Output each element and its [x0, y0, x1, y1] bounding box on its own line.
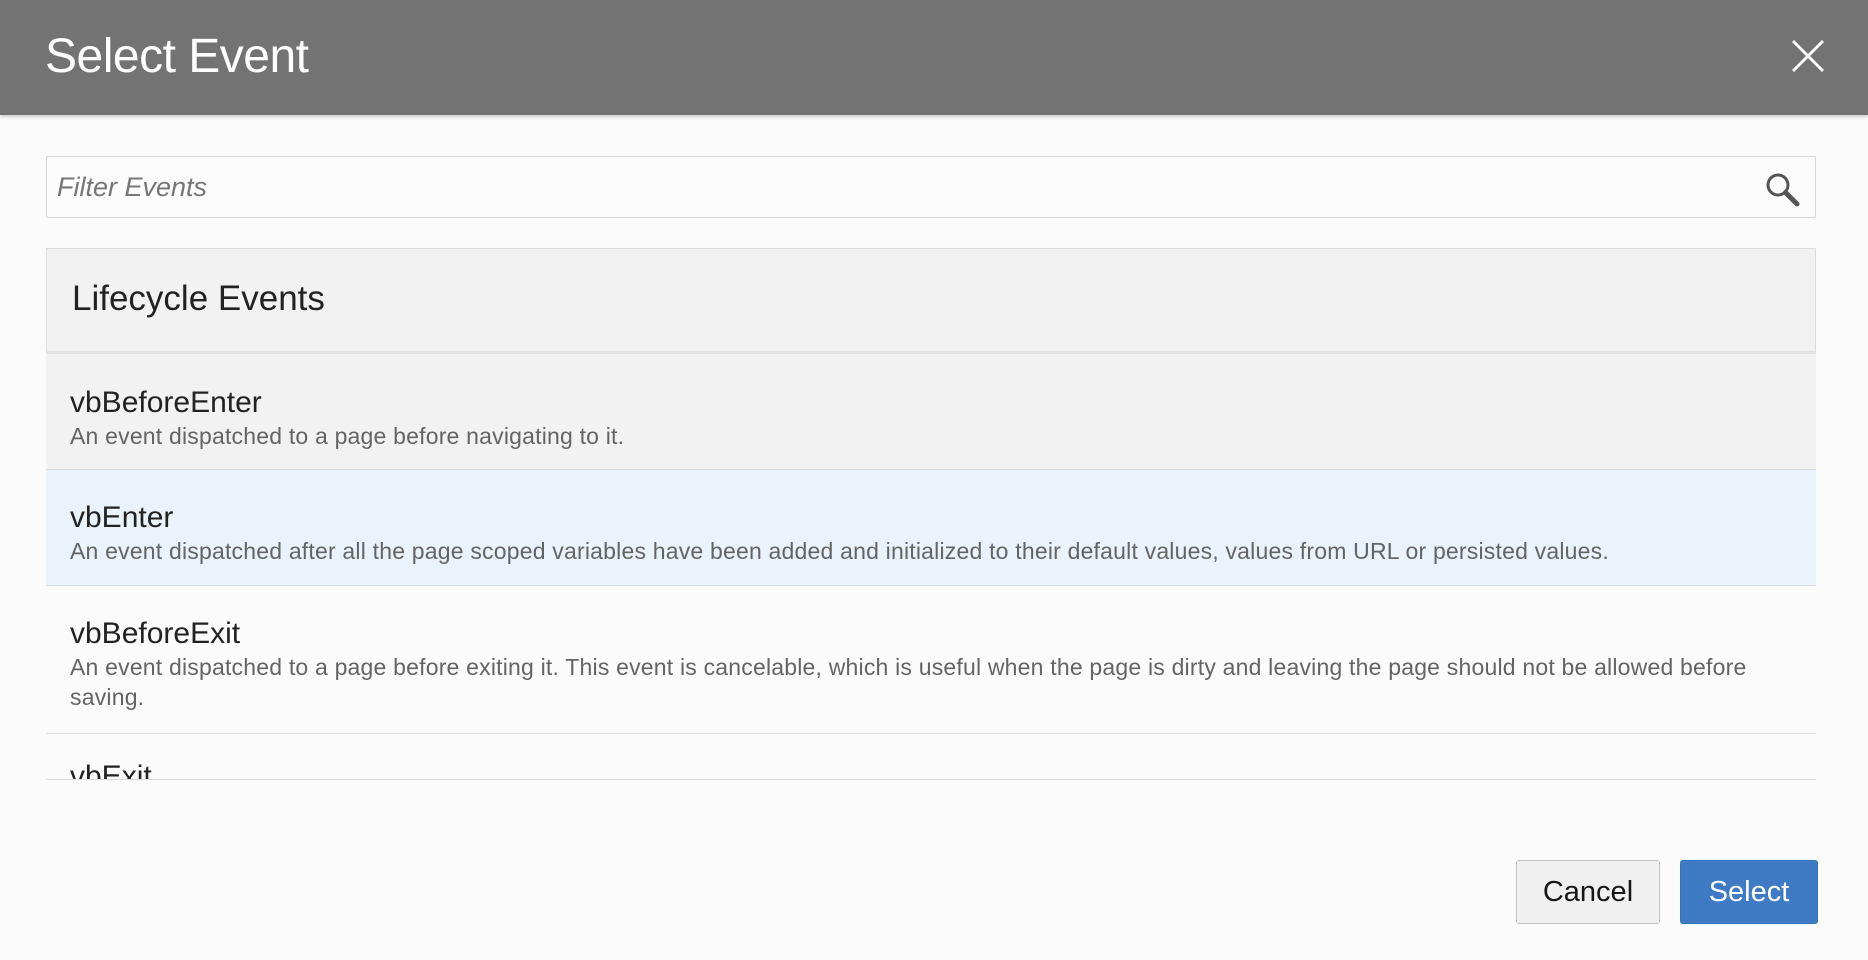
close-button[interactable]	[1790, 38, 1826, 74]
event-row-vbexit[interactable]: vbExit	[46, 734, 1816, 780]
event-row-vbbeforeenter[interactable]: vbBeforeEnter An event dispatched to a p…	[46, 354, 1816, 470]
group-header-label: Lifecycle Events	[72, 279, 325, 318]
cancel-button[interactable]: Cancel	[1516, 860, 1660, 924]
event-row-vbenter[interactable]: vbEnter An event dispatched after all th…	[46, 470, 1816, 586]
select-button[interactable]: Select	[1680, 860, 1818, 924]
filter-events-input[interactable]	[47, 157, 1767, 217]
event-list[interactable]: Lifecycle Events vbBeforeEnter An event …	[46, 248, 1816, 780]
filter-events-field	[46, 156, 1816, 218]
event-name: vbEnter	[70, 501, 174, 534]
event-name: vbBeforeEnter	[70, 386, 262, 419]
select-event-dialog: Select Event Lifecycle Events vbBeforeEn…	[0, 0, 1868, 960]
search-icon[interactable]	[1764, 171, 1800, 207]
event-description: An event dispatched to a page before exi…	[70, 654, 1747, 710]
event-row-vbbeforeexit[interactable]: vbBeforeExit An event dispatched to a pa…	[46, 586, 1816, 734]
close-icon	[1791, 39, 1825, 73]
event-name: vbBeforeExit	[70, 617, 241, 650]
group-header-lifecycle-events: Lifecycle Events	[46, 248, 1816, 354]
event-description: An event dispatched after all the page s…	[70, 538, 1609, 564]
event-description: An event dispatched to a page before nav…	[70, 423, 625, 449]
event-name: vbExit	[70, 760, 152, 780]
dialog-title: Select Event	[45, 30, 309, 83]
dialog-header: Select Event	[0, 0, 1868, 115]
